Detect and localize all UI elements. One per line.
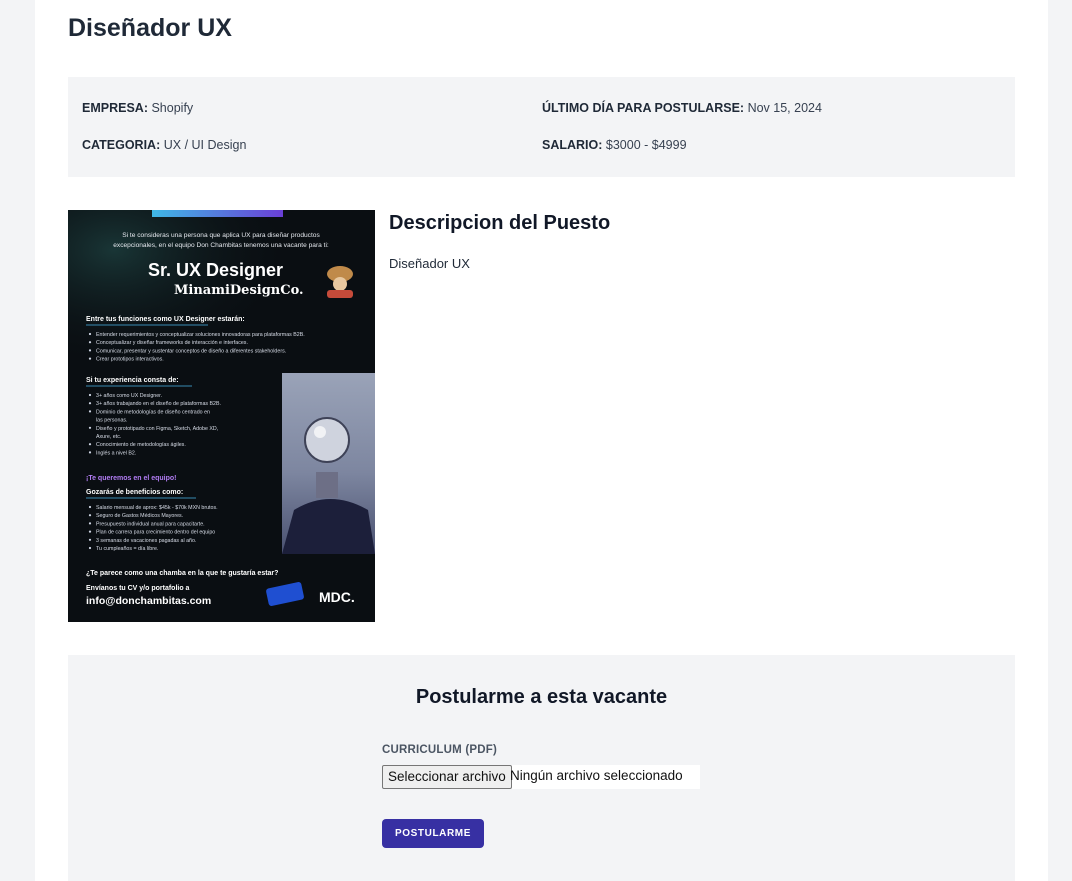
apply-heading: Postularme a esta vacante	[415, 686, 668, 708]
poster-bullet-icon	[88, 341, 92, 344]
poster-bullet-icon	[88, 426, 92, 429]
job-page: Diseñador UX EMPRESA: Shopify ÚLTIMO DÍA…	[35, 0, 1048, 881]
poster-list-item: 3 semanas de vacaciones pagadas al año.	[96, 538, 196, 544]
poster-send-line: Envíanos tu CV y/o portafolio a	[86, 585, 190, 592]
poster-question: ¿Te parece como una chamba en la que te …	[86, 570, 278, 577]
apply-panel: Postularme a esta vacante CURRICULUM (PD…	[68, 655, 1015, 881]
poster-list-item: 3+ años trabajando en el diseño de plata…	[96, 401, 221, 407]
poster-list-item: Diseño y prototipado con Figma, Sketch, …	[96, 426, 218, 432]
poster-bullet-icon	[88, 505, 92, 509]
description-heading: Descripcion del Puesto	[389, 212, 611, 234]
poster-list-item: 3+ años como UX Designer.	[96, 393, 162, 399]
meta-empresa: EMPRESA: Shopify	[82, 101, 193, 115]
select-file-button[interactable]: Seleccionar archivo	[382, 765, 512, 789]
poster-intro-2: excepcionales, en el equipo Don Chambita…	[113, 242, 329, 249]
poster-list-item: Conceptualizar y diseñar frameworks de i…	[96, 340, 248, 346]
meta-empresa-value: Shopify	[151, 101, 194, 115]
meta-salario: SALARIO: $3000 - $4999	[542, 138, 687, 152]
meta-salario-value: $3000 - $4999	[605, 138, 687, 152]
job-meta-panel: EMPRESA: Shopify ÚLTIMO DÍA PARA POSTULA…	[68, 77, 1015, 177]
poster-bullet-icon	[88, 402, 92, 405]
poster-list-item: Axure, etc.	[96, 434, 121, 440]
poster-bullet-icon	[88, 530, 92, 533]
cv-field-label: CURRICULUM (PDF)	[382, 744, 497, 756]
poster-list-item: Entender requerimientos y conceptualizar…	[96, 332, 305, 338]
poster-bullet-icon	[88, 451, 92, 454]
poster-mdc: MDC.	[319, 589, 355, 605]
poster-functions-title: Entre tus funciones como UX Designer est…	[86, 316, 245, 323]
poster-list-item: Conocimiento de metodologías ágiles.	[96, 442, 186, 448]
description-text: Diseñador UX	[389, 256, 470, 271]
poster-role: Sr. UX Designer	[148, 260, 283, 280]
poster-team-line: ¡Te queremos en el equipo!	[86, 475, 177, 482]
poster-bullet-icon	[88, 410, 92, 413]
poster-list-item: Dominio de metodologías de diseño centra…	[96, 409, 210, 415]
poster-bullet-icon	[88, 522, 92, 525]
file-status-text: Ningún archivo seleccionado	[510, 768, 683, 783]
meta-categoria-value: UX / UI Design	[163, 138, 247, 152]
poster-email: info@donchambitas.com	[86, 595, 211, 607]
job-poster-image: Si te consideras una persona que aplica …	[68, 210, 375, 622]
meta-deadline: ÚLTIMO DÍA PARA POSTULARSE: Nov 15, 2024	[542, 101, 822, 115]
poster-list-item: Crear prototipos interactivos.	[96, 357, 164, 363]
poster-list-item: Salario mensual de aprox: $45k - $70k MX…	[96, 505, 218, 511]
poster-bullet-icon	[88, 538, 92, 541]
poster-intro-1: Si te consideras una persona que aplica …	[122, 232, 320, 239]
poster-bullet-icon	[88, 332, 92, 336]
meta-categoria-label: CATEGORIA:	[82, 138, 161, 152]
poster-bullet-icon	[88, 393, 92, 397]
poster-list-item: Plan de carrera para crecimiento dentro …	[96, 530, 215, 536]
poster-list-item: Comunicar, presentar y sustentar concept…	[96, 348, 286, 354]
poster-bullet-icon	[88, 514, 92, 517]
meta-deadline-value: Nov 15, 2024	[747, 101, 822, 115]
poster-list-item: Inglés a nivel B2.	[96, 450, 136, 456]
poster-experience-title: Si tu experiencia consta de:	[86, 377, 179, 384]
meta-categoria: CATEGORIA: UX / UI Design	[82, 138, 246, 152]
poster-company: MinamiDesignCo.	[174, 283, 304, 298]
poster-bullet-icon	[88, 357, 92, 360]
poster-list-item: Presupuesto individual anual para capaci…	[96, 521, 205, 527]
poster-benefits-title: Gozarás de beneficios como:	[86, 489, 183, 496]
meta-deadline-label: ÚLTIMO DÍA PARA POSTULARSE:	[542, 101, 745, 115]
poster-list-item: las personas.	[96, 418, 128, 424]
cv-file-input[interactable]: Seleccionar archivo Ningún archivo selec…	[382, 765, 700, 789]
page-title: Diseñador UX	[68, 14, 232, 42]
poster-list-item: Seguro de Gastos Médicos Mayores.	[96, 513, 183, 519]
poster-top-bar	[152, 210, 283, 217]
poster-bullet-icon	[88, 349, 92, 352]
poster-bullet-icon	[88, 443, 92, 446]
poster-bullet-icon	[88, 546, 92, 550]
meta-salario-label: SALARIO:	[542, 138, 603, 152]
apply-submit-button[interactable]: POSTULARME	[382, 819, 484, 848]
meta-empresa-label: EMPRESA:	[82, 101, 148, 115]
poster-list-item: Tu cumpleaños = día libre.	[96, 546, 158, 552]
